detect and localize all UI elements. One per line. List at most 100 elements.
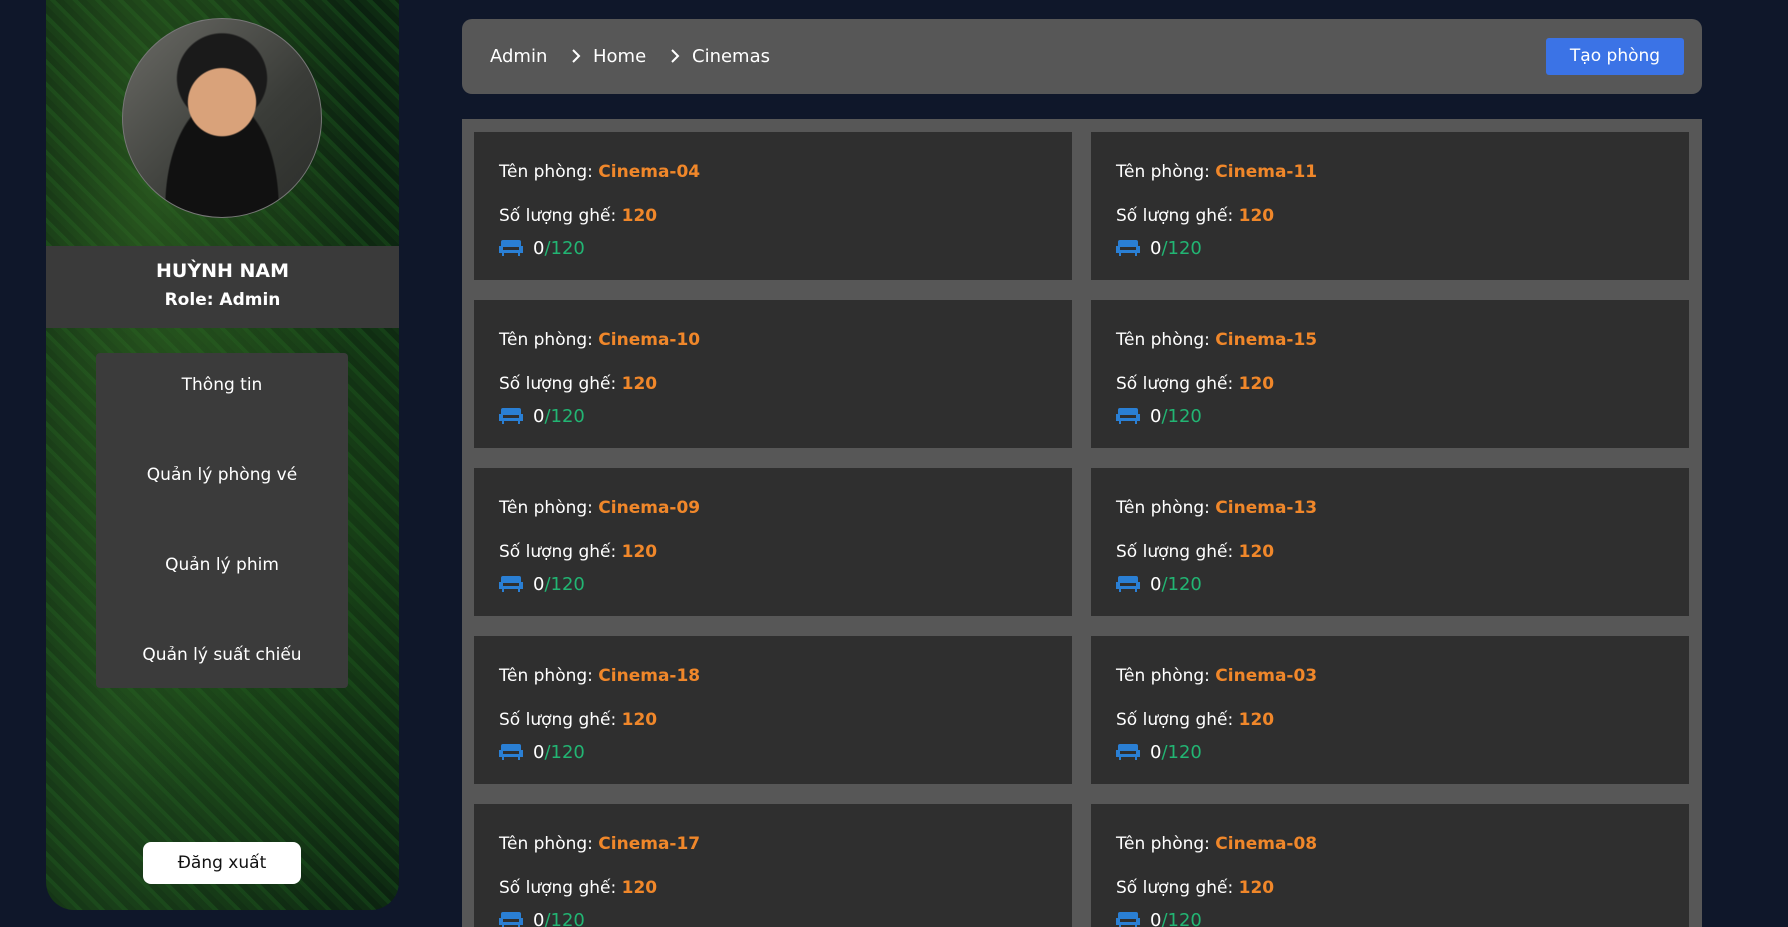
cinema-card[interactable]: Tên phòng: Cinema-08 Số lượng ghế: 120 0/1… xyxy=(1091,804,1689,927)
booked-count: 0 xyxy=(533,742,545,763)
create-room-button[interactable]: Tạo phòng xyxy=(1546,38,1684,75)
room-name-label: Tên phòng: xyxy=(499,330,593,350)
menu-item-showtimes[interactable]: Quản lý suất chiếu xyxy=(96,623,348,713)
room-name-label: Tên phòng: xyxy=(499,666,593,686)
seat-count: 120 xyxy=(621,542,658,562)
profile-name: HUỲNH NAM xyxy=(155,260,290,282)
cinema-card[interactable]: Tên phòng: Cinema-18 Số lượng ghế: 120 0/1… xyxy=(474,636,1072,784)
occupancy-row: 0/120 xyxy=(499,238,585,259)
seat-count-label: Số lượng ghế: xyxy=(499,206,617,226)
seat-count: 120 xyxy=(621,206,658,226)
logout-button[interactable]: Đăng xuất xyxy=(143,842,301,884)
seat-count-label: Số lượng ghế: xyxy=(499,374,617,394)
seat-count-row: Số lượng ghế: 120 xyxy=(499,374,657,394)
booked-count: 0 xyxy=(1150,910,1162,927)
seat-count-label: Số lượng ghế: xyxy=(1116,542,1234,562)
cinema-card[interactable]: Tên phòng: Cinema-11 Số lượng ghế: 120 0/1… xyxy=(1091,132,1689,280)
menu-item-movies[interactable]: Quản lý phim xyxy=(96,533,348,623)
room-name: Cinema-11 xyxy=(1215,162,1318,182)
seat-icon xyxy=(499,576,523,592)
sidebar-menu: Thông tin Quản lý phòng vé Quản lý phim … xyxy=(96,353,348,688)
room-name: Cinema-15 xyxy=(1215,330,1318,350)
cinema-card[interactable]: Tên phòng: Cinema-13 Số lượng ghế: 120 0/1… xyxy=(1091,468,1689,616)
seat-count-row: Số lượng ghế: 120 xyxy=(499,206,657,226)
seat-count-row: Số lượng ghế: 120 xyxy=(499,710,657,730)
breadcrumb-cinemas: Cinemas xyxy=(692,46,770,67)
cinema-card[interactable]: Tên phòng: Cinema-04 Số lượng ghế: 120 0/1… xyxy=(474,132,1072,280)
seat-count-label: Số lượng ghế: xyxy=(499,710,617,730)
seat-count-row: Số lượng ghế: 120 xyxy=(1116,542,1274,562)
profile-box: HUỲNH NAM Role: Admin xyxy=(46,246,399,328)
room-name-label: Tên phòng: xyxy=(499,498,593,518)
room-name: Cinema-04 xyxy=(598,162,701,182)
cinema-card[interactable]: Tên phòng: Cinema-09 Số lượng ghế: 120 0/1… xyxy=(474,468,1072,616)
seat-icon xyxy=(1116,912,1140,927)
seat-count-row: Số lượng ghế: 120 xyxy=(1116,710,1274,730)
room-name-label: Tên phòng: xyxy=(1116,834,1210,854)
room-name-row: Tên phòng: Cinema-03 xyxy=(1116,666,1317,686)
room-name-row: Tên phòng: Cinema-15 xyxy=(1116,330,1317,350)
seat-count: 120 xyxy=(621,374,658,394)
avatar xyxy=(122,18,322,218)
breadcrumb-admin[interactable]: Admin xyxy=(490,19,547,94)
occupancy-row: 0/120 xyxy=(499,406,585,427)
room-name: Cinema-13 xyxy=(1215,498,1318,518)
menu-item-ticket-rooms[interactable]: Quản lý phòng vé xyxy=(96,443,348,533)
menu-item-info[interactable]: Thông tin xyxy=(96,353,348,443)
room-name: Cinema-08 xyxy=(1215,834,1318,854)
seat-count-row: Số lượng ghế: 120 xyxy=(499,878,657,898)
total-seats: /120 xyxy=(1161,910,1202,927)
cinema-grid: Tên phòng: Cinema-04 Số lượng ghế: 120 0/1… xyxy=(462,119,1702,927)
total-seats: /120 xyxy=(1161,742,1202,763)
occupancy-row: 0/120 xyxy=(1116,574,1202,595)
seat-count-label: Số lượng ghế: xyxy=(1116,374,1234,394)
seat-count: 120 xyxy=(1238,206,1275,226)
seat-icon xyxy=(499,408,523,424)
seat-count-label: Số lượng ghế: xyxy=(1116,710,1234,730)
booked-count: 0 xyxy=(533,574,545,595)
room-name-row: Tên phòng: Cinema-13 xyxy=(1116,498,1317,518)
seat-icon xyxy=(1116,744,1140,760)
seat-count: 120 xyxy=(1238,710,1275,730)
seat-icon xyxy=(1116,576,1140,592)
total-seats: /120 xyxy=(1161,574,1202,595)
room-name: Cinema-09 xyxy=(598,498,701,518)
room-name-row: Tên phòng: Cinema-08 xyxy=(1116,834,1317,854)
chevron-right-icon xyxy=(671,49,680,63)
total-seats: /120 xyxy=(544,238,585,259)
seat-count-label: Số lượng ghế: xyxy=(1116,878,1234,898)
cinema-card[interactable]: Tên phòng: Cinema-17 Số lượng ghế: 120 0/1… xyxy=(474,804,1072,927)
occupancy-row: 0/120 xyxy=(499,574,585,595)
profile-role: Role: Admin xyxy=(164,290,281,310)
room-name: Cinema-18 xyxy=(598,666,701,686)
seat-count: 120 xyxy=(1238,878,1275,898)
seat-count-row: Số lượng ghế: 120 xyxy=(1116,878,1274,898)
total-seats: /120 xyxy=(1161,406,1202,427)
room-name-label: Tên phòng: xyxy=(1116,498,1210,518)
seat-count-label: Số lượng ghế: xyxy=(499,542,617,562)
breadcrumb-home[interactable]: Home xyxy=(593,19,646,94)
total-seats: /120 xyxy=(544,742,585,763)
total-seats: /120 xyxy=(544,574,585,595)
seat-count: 120 xyxy=(1238,542,1275,562)
occupancy-row: 0/120 xyxy=(1116,910,1202,927)
booked-count: 0 xyxy=(1150,742,1162,763)
booked-count: 0 xyxy=(1150,238,1162,259)
room-name-label: Tên phòng: xyxy=(1116,666,1210,686)
room-name-label: Tên phòng: xyxy=(499,162,593,182)
seat-count-row: Số lượng ghế: 120 xyxy=(1116,206,1274,226)
room-name: Cinema-17 xyxy=(598,834,701,854)
cinema-card[interactable]: Tên phòng: Cinema-15 Số lượng ghế: 120 0/1… xyxy=(1091,300,1689,448)
booked-count: 0 xyxy=(533,406,545,427)
seat-icon xyxy=(499,744,523,760)
room-name-row: Tên phòng: Cinema-17 xyxy=(499,834,700,854)
seat-icon xyxy=(1116,240,1140,256)
chevron-right-icon xyxy=(572,49,581,63)
room-name-label: Tên phòng: xyxy=(1116,330,1210,350)
seat-count-row: Số lượng ghế: 120 xyxy=(499,542,657,562)
cinema-card[interactable]: Tên phòng: Cinema-03 Số lượng ghế: 120 0/1… xyxy=(1091,636,1689,784)
cinema-card[interactable]: Tên phòng: Cinema-10 Số lượng ghế: 120 0/1… xyxy=(474,300,1072,448)
booked-count: 0 xyxy=(533,910,545,927)
room-name-label: Tên phòng: xyxy=(499,834,593,854)
occupancy-row: 0/120 xyxy=(1116,406,1202,427)
